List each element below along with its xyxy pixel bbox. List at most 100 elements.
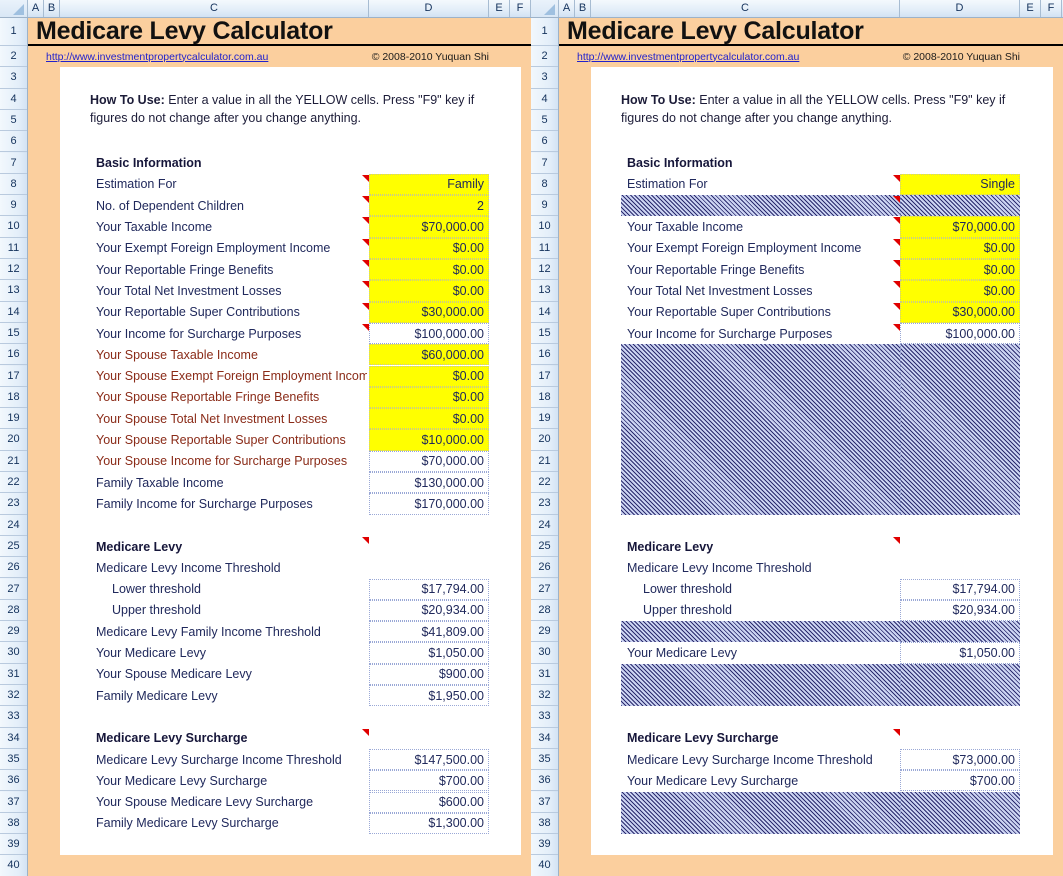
- column-header-b[interactable]: B: [44, 0, 60, 17]
- row-header-26[interactable]: 26: [0, 557, 27, 579]
- row-header-28[interactable]: 28: [531, 599, 558, 622]
- calculated-cell[interactable]: $20,934.00: [369, 599, 489, 622]
- row-header-13[interactable]: 13: [0, 280, 27, 302]
- row-header-29[interactable]: 29: [0, 621, 27, 643]
- input-cell-yellow[interactable]: 2: [369, 195, 489, 217]
- row-header-10[interactable]: 10: [0, 216, 27, 238]
- row-header-17[interactable]: 17: [531, 365, 558, 387]
- row-header-12[interactable]: 12: [0, 259, 27, 281]
- row-header-5[interactable]: 5: [0, 109, 27, 132]
- row-header-2[interactable]: 2: [531, 46, 558, 68]
- calculated-cell[interactable]: $17,794.00: [369, 578, 489, 600]
- row-header-24[interactable]: 24: [0, 514, 27, 536]
- row-header-37[interactable]: 37: [0, 791, 27, 813]
- row-header-10[interactable]: 10: [531, 216, 558, 238]
- worksheet-grid-left[interactable]: Medicare Levy Calculator http://www.inves…: [28, 18, 531, 876]
- select-all-corner-right[interactable]: [531, 0, 559, 17]
- cell-comment-marker-icon[interactable]: [362, 302, 369, 310]
- row-header-32[interactable]: 32: [0, 685, 27, 707]
- row-header-26[interactable]: 26: [531, 557, 558, 579]
- row-header-6[interactable]: 6: [531, 131, 558, 153]
- row-header-17[interactable]: 17: [0, 365, 27, 387]
- row-header-8[interactable]: 8: [531, 173, 558, 196]
- row-header-strip-right[interactable]: 1 2 3 4 5 6 7 8 9 10 11 12 13 14 15 16 17 18 19 20 21 22 23 24 2…: [531, 18, 559, 876]
- row-header-24[interactable]: 24: [531, 514, 558, 536]
- row-header-1[interactable]: 1: [531, 18, 558, 46]
- cell-comment-marker-icon[interactable]: [362, 323, 369, 331]
- input-cell-yellow[interactable]: $0.00: [900, 280, 1020, 302]
- cell-comment-marker-icon[interactable]: [362, 281, 369, 289]
- row-header-11[interactable]: 11: [0, 237, 27, 259]
- input-cell-yellow[interactable]: $0.00: [369, 365, 489, 387]
- cell-comment-marker-icon[interactable]: [893, 281, 900, 289]
- row-header-19[interactable]: 19: [0, 408, 27, 430]
- cell-comment-marker-icon[interactable]: [893, 217, 900, 225]
- column-header-e[interactable]: E: [489, 0, 510, 17]
- row-header-8[interactable]: 8: [0, 173, 27, 196]
- column-header-a[interactable]: A: [559, 0, 575, 17]
- row-header-5[interactable]: 5: [531, 109, 558, 132]
- row-header-12[interactable]: 12: [531, 259, 558, 281]
- cell-comment-marker-icon[interactable]: [362, 238, 369, 246]
- row-header-14[interactable]: 14: [0, 301, 27, 323]
- cell-comment-marker-icon[interactable]: [893, 323, 900, 331]
- column-header-e[interactable]: E: [1020, 0, 1041, 17]
- row-header-3[interactable]: 3: [531, 67, 558, 89]
- row-header-15[interactable]: 15: [531, 322, 558, 345]
- row-header-25[interactable]: 25: [531, 535, 558, 558]
- input-cell-yellow[interactable]: $70,000.00: [369, 216, 489, 238]
- calculated-cell[interactable]: $1,050.00: [369, 642, 489, 664]
- website-link[interactable]: http://www.investmentpropertycalculator.…: [559, 51, 799, 63]
- input-cell-yellow[interactable]: $0.00: [369, 408, 489, 430]
- calculated-cell[interactable]: $700.00: [900, 770, 1020, 792]
- row-header-2[interactable]: 2: [0, 46, 27, 68]
- cell-comment-marker-icon[interactable]: [893, 196, 900, 204]
- cell-comment-marker-icon[interactable]: [893, 174, 900, 182]
- row-header-35[interactable]: 35: [0, 748, 27, 771]
- cell-comment-marker-icon[interactable]: [893, 302, 900, 310]
- row-header-18[interactable]: 18: [0, 386, 27, 409]
- cell-comment-marker-icon[interactable]: [362, 536, 369, 544]
- worksheet-pane-left[interactable]: ABCDEF 1 2 3 4 5 6 7 8 9 10 11 12 13 14 15 16 17 18 19 20 21…: [0, 0, 531, 876]
- input-cell-yellow[interactable]: $0.00: [369, 237, 489, 259]
- calculated-cell[interactable]: $900.00: [369, 663, 489, 685]
- row-header-16[interactable]: 16: [0, 344, 27, 366]
- row-header-34[interactable]: 34: [0, 727, 27, 749]
- calculated-cell[interactable]: $170,000.00: [369, 493, 489, 515]
- row-header-3[interactable]: 3: [0, 67, 27, 89]
- row-header-9[interactable]: 9: [531, 195, 558, 217]
- row-header-25[interactable]: 25: [0, 535, 27, 558]
- calculated-cell[interactable]: $700.00: [369, 770, 489, 792]
- column-header-b[interactable]: B: [575, 0, 591, 17]
- row-header-40[interactable]: 40: [531, 855, 558, 876]
- column-header-d[interactable]: D: [369, 0, 489, 17]
- calculated-cell[interactable]: $17,794.00: [900, 578, 1020, 600]
- cell-comment-marker-icon[interactable]: [362, 196, 369, 204]
- row-header-36[interactable]: 36: [531, 770, 558, 792]
- cell-comment-marker-icon[interactable]: [362, 260, 369, 267]
- row-header-20[interactable]: 20: [0, 429, 27, 451]
- input-cell-yellow[interactable]: $0.00: [369, 386, 489, 409]
- select-all-corner-left[interactable]: [0, 0, 28, 17]
- row-header-7[interactable]: 7: [531, 152, 558, 174]
- row-header-27[interactable]: 27: [531, 578, 558, 600]
- cell-comment-marker-icon[interactable]: [362, 217, 369, 225]
- row-header-39[interactable]: 39: [531, 834, 558, 856]
- row-header-35[interactable]: 35: [531, 748, 558, 771]
- row-header-38[interactable]: 38: [531, 812, 558, 835]
- row-header-31[interactable]: 31: [0, 663, 27, 685]
- column-header-row-right[interactable]: ABCDEF: [531, 0, 1063, 18]
- row-header-27[interactable]: 27: [0, 578, 27, 600]
- column-header-f[interactable]: F: [510, 0, 531, 17]
- row-header-29[interactable]: 29: [531, 621, 558, 643]
- input-cell-yellow[interactable]: $0.00: [369, 259, 489, 281]
- row-header-34[interactable]: 34: [531, 727, 558, 749]
- row-header-16[interactable]: 16: [531, 344, 558, 366]
- row-header-33[interactable]: 33: [0, 706, 27, 728]
- cell-comment-marker-icon[interactable]: [893, 238, 900, 246]
- row-header-39[interactable]: 39: [0, 834, 27, 856]
- row-header-6[interactable]: 6: [0, 131, 27, 153]
- calculated-cell[interactable]: $20,934.00: [900, 599, 1020, 622]
- row-header-23[interactable]: 23: [0, 493, 27, 515]
- column-header-c[interactable]: C: [591, 0, 900, 17]
